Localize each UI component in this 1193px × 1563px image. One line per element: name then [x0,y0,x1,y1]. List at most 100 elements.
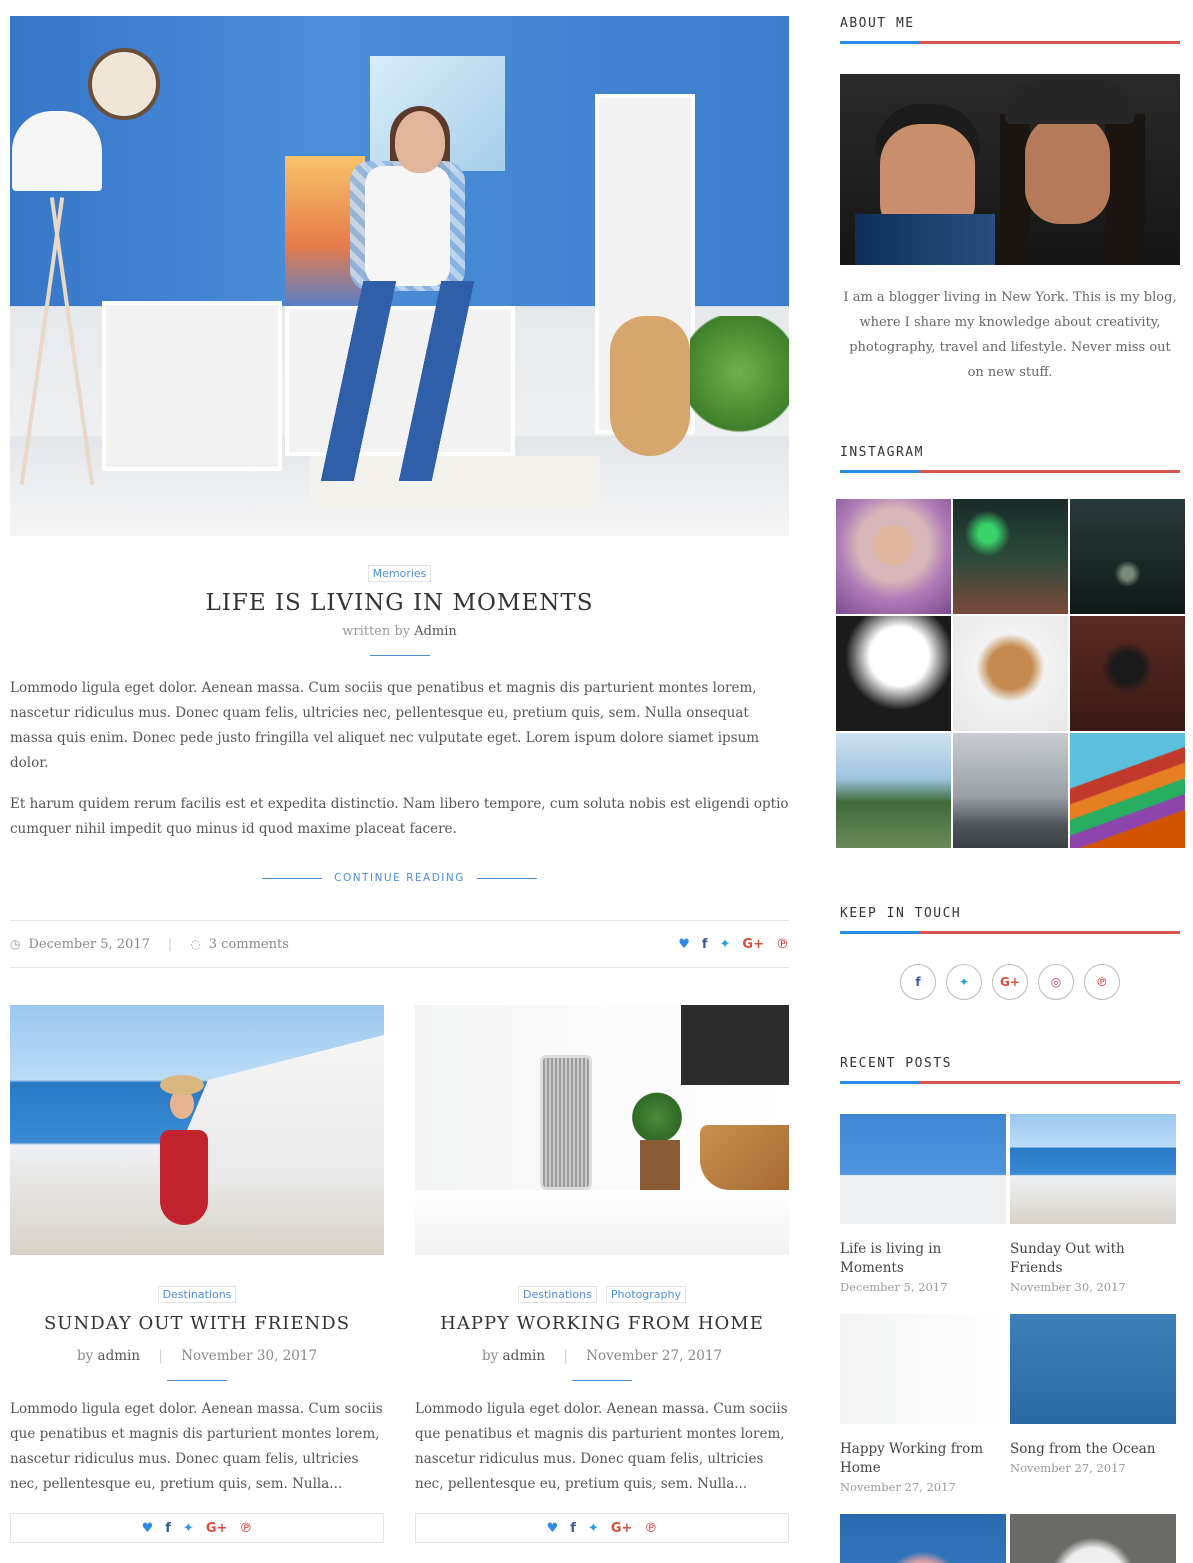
widget-title-rule [840,470,1180,473]
about-widget: ABOUT ME I am a blogger living in New Yo… [840,16,1180,385]
comments-link[interactable]: 3 comments [209,937,289,952]
grid-post-image[interactable] [415,1005,789,1255]
keep-in-touch-widget: KEEP IN TOUCH f ✦ G+ ◎ ℗ [840,906,1180,1000]
excerpt-paragraph: Et harum quidem rerum facilis est et exp… [10,796,789,837]
recent-post-thumbnail[interactable] [840,1114,1006,1224]
widget-title: INSTAGRAM [840,445,924,460]
twitter-icon[interactable]: ✦ [946,964,982,1000]
recent-post-date: December 5, 2017 [840,1280,948,1294]
category-tag[interactable]: Destinations [157,1286,237,1303]
post-title[interactable]: HAPPY WORKING FROM HOME [415,1313,789,1334]
pinterest-icon[interactable]: ℗ [239,1521,252,1536]
facebook-icon[interactable]: f [900,964,936,1000]
widget-title-rule [840,1081,1180,1084]
instagram-photo[interactable] [953,499,1068,614]
title-separator [167,1380,227,1381]
google-plus-icon[interactable]: G+ [992,964,1028,1000]
grid-post: Destinations SUNDAY OUT WITH FRIENDS by … [10,1005,384,1543]
grid-post-header: Destinations SUNDAY OUT WITH FRIENDS by … [10,1283,384,1381]
widget-title: RECENT POSTS [840,1056,952,1071]
instagram-widget: INSTAGRAM [836,445,1185,848]
recent-post-item[interactable]: Song from the Ocean November 27, 2017 [1010,1314,1176,1494]
share-buttons: ♥ f ✦ G+ ℗ [678,937,789,952]
instagram-photo[interactable] [1070,499,1185,614]
twitter-icon[interactable]: ✦ [183,1521,194,1536]
recent-post-thumbnail[interactable] [1010,1314,1176,1424]
widget-title-rule [840,931,1180,934]
recent-post-date: November 27, 2017 [840,1480,956,1494]
recent-post-item[interactable]: Happy Working from Home November 27, 201… [840,1314,1006,1494]
post-excerpt: Lommodo ligula eget dolor. Aenean massa.… [415,1401,788,1492]
recent-posts-widget: RECENT POSTS Life is living in Moments D… [840,1056,1180,1563]
recent-post-item[interactable] [840,1514,1006,1563]
instagram-photo[interactable] [953,733,1068,848]
post-excerpt: Lommodo ligula eget dolor. Aenean massa.… [10,1401,383,1492]
post-meta-bar: ◷ December 5, 2017 | ◌ 3 comments ♥ f ✦ … [10,920,789,968]
social-links: f ✦ G+ ◎ ℗ [840,964,1180,1000]
featured-post-image[interactable] [10,16,789,536]
facebook-icon[interactable]: f [570,1521,576,1536]
post-title[interactable]: SUNDAY OUT WITH FRIENDS [10,1313,384,1334]
recent-post-thumbnail[interactable] [840,1314,1006,1424]
recent-post-thumbnail[interactable] [1010,1514,1176,1563]
recent-post-item[interactable] [1010,1514,1176,1563]
comment-icon: ◌ [190,937,201,951]
instagram-photo[interactable] [1070,733,1185,848]
category-tag[interactable]: Photography [605,1286,687,1303]
post-title[interactable]: LIFE IS LIVING IN MOMENTS [10,590,789,616]
google-plus-icon[interactable]: G+ [742,937,764,952]
recent-post-title[interactable]: Life is living in Moments [840,1240,1006,1278]
recent-post-item[interactable]: Sunday Out with Friends November 30, 201… [1010,1114,1176,1294]
instagram-icon[interactable]: ◎ [1038,964,1074,1000]
byline-prefix: by [76,1348,94,1364]
share-buttons: ♥ f ✦ G+ ℗ [10,1513,384,1543]
facebook-icon[interactable]: f [702,937,708,952]
author-link[interactable]: Admin [414,624,457,639]
author-link[interactable]: admin [503,1348,546,1364]
post-date[interactable]: November 27, 2017 [586,1348,722,1364]
byline: by admin | November 27, 2017 [415,1348,789,1364]
meta-separator: | [158,1348,163,1364]
pinterest-icon[interactable]: ℗ [644,1521,657,1536]
heart-icon[interactable]: ♥ [678,937,690,952]
grid-post: Destinations Photography HAPPY WORKING F… [415,1005,789,1543]
recent-post-thumbnail[interactable] [840,1514,1006,1563]
twitter-icon[interactable]: ✦ [720,937,731,952]
post-grid: Destinations SUNDAY OUT WITH FRIENDS by … [10,1005,789,1543]
google-plus-icon[interactable]: G+ [206,1521,228,1536]
featured-post: Memories LIFE IS LIVING IN MOMENTS writt… [10,16,789,968]
recent-post-title[interactable]: Song from the Ocean [1010,1440,1176,1459]
instagram-grid [836,499,1185,848]
recent-post-date: November 27, 2017 [1010,1461,1126,1475]
instagram-photo[interactable] [953,616,1068,731]
post-date[interactable]: December 5, 2017 [28,937,149,952]
instagram-photo[interactable] [1070,616,1185,731]
share-buttons: ♥ f ✦ G+ ℗ [415,1513,789,1543]
pinterest-icon[interactable]: ℗ [1084,964,1120,1000]
twitter-icon[interactable]: ✦ [588,1521,599,1536]
widget-title-rule [840,41,1180,44]
recent-post-title[interactable]: Sunday Out with Friends [1010,1240,1176,1278]
instagram-photo[interactable] [836,616,951,731]
byline: by admin | November 30, 2017 [10,1348,384,1364]
recent-post-date: November 30, 2017 [1010,1280,1126,1294]
recent-post-item[interactable]: Life is living in Moments December 5, 20… [840,1114,1006,1294]
about-text: I am a blogger living in New York. This … [843,290,1177,380]
facebook-icon[interactable]: f [165,1521,171,1536]
recent-post-thumbnail[interactable] [1010,1114,1176,1224]
instagram-photo[interactable] [836,499,951,614]
grid-post-image[interactable] [10,1005,384,1255]
category-tag[interactable]: Destinations [517,1286,597,1303]
sidebar: ABOUT ME I am a blogger living in New Yo… [836,16,1185,1563]
excerpt-paragraph: Lommodo ligula eget dolor. Aenean massa.… [10,680,760,771]
google-plus-icon[interactable]: G+ [611,1521,633,1536]
recent-post-title[interactable]: Happy Working from Home [840,1440,1006,1478]
instagram-photo[interactable] [836,733,951,848]
post-date[interactable]: November 30, 2017 [181,1348,317,1364]
heart-icon[interactable]: ♥ [142,1521,154,1536]
author-link[interactable]: admin [98,1348,141,1364]
category-tag[interactable]: Memories [367,565,432,582]
heart-icon[interactable]: ♥ [547,1521,559,1536]
pinterest-icon[interactable]: ℗ [776,937,789,952]
continue-reading-link[interactable]: CONTINUE READING [334,872,465,884]
